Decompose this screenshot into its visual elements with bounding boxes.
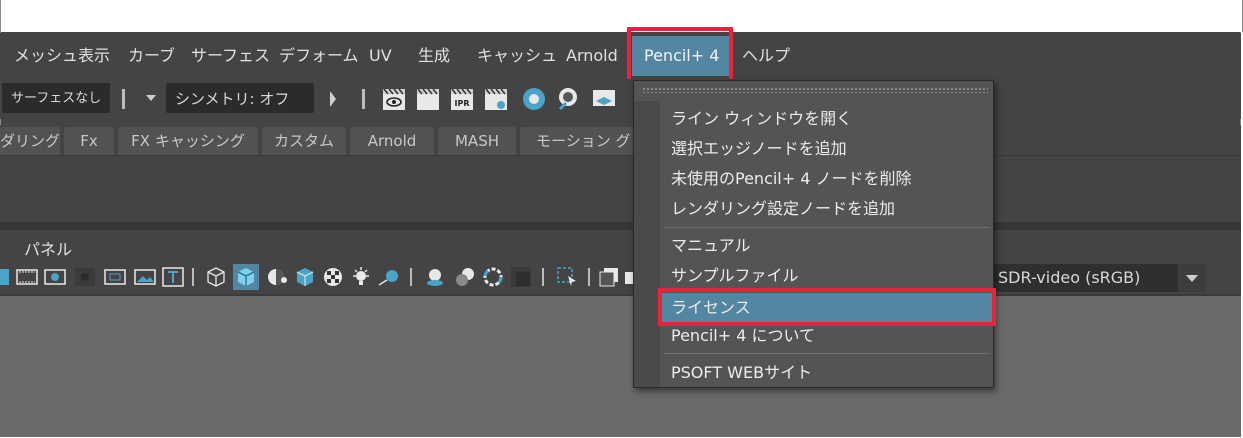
checker-icon[interactable] xyxy=(322,266,344,288)
separator-handle[interactable] xyxy=(122,89,125,109)
toolbar-separator-2[interactable] xyxy=(410,268,412,286)
collapse-arrow-icon[interactable] xyxy=(330,91,336,107)
svg-text:IPR: IPR xyxy=(455,99,470,108)
tab-custom[interactable]: カスタム xyxy=(262,127,346,155)
tab-arnold[interactable]: Arnold xyxy=(350,127,434,155)
menu-curves[interactable]: カーブ xyxy=(128,33,175,79)
menu-pencil-plus-4[interactable]: Pencil+ 4 xyxy=(632,36,732,76)
menu-separator xyxy=(664,227,989,228)
menu-item-sample-files[interactable]: サンプルファイル xyxy=(671,262,799,290)
menu-panels[interactable]: パネル xyxy=(24,236,72,260)
render-settings-icon[interactable] xyxy=(484,87,508,111)
ipr-render-icon[interactable]: IPR xyxy=(450,87,474,111)
menu-generate[interactable]: 生成 xyxy=(418,33,450,79)
menu-item-add-selected-edge-node[interactable]: 選択エッジノードを追加 xyxy=(671,135,847,163)
tab-motion-graphics[interactable]: モーション グラ xyxy=(520,127,635,155)
text-icon[interactable] xyxy=(162,266,184,288)
tear-off-handle[interactable] xyxy=(642,87,988,93)
menu-gutter xyxy=(634,101,660,387)
film-strip-icon[interactable] xyxy=(0,266,10,288)
film-gate-icon[interactable] xyxy=(16,266,38,288)
tab-fx-caching[interactable]: FX キャッシング xyxy=(118,127,258,155)
menu-arnold[interactable]: Arnold xyxy=(566,33,618,79)
tab-mash[interactable]: MASH xyxy=(438,127,516,155)
menu-item-open-line-window[interactable]: ライン ウィンドウを開く xyxy=(671,105,852,133)
menu-item-license[interactable]: ライセンス xyxy=(671,294,751,322)
main-menubar: メッシュ表示 カーブ サーフェス デフォーム UV 生成 キャッシュ Arnol… xyxy=(0,33,1241,79)
menu-item-delete-unused-nodes[interactable]: 未使用のPencil+ 4 ノードを削除 xyxy=(671,165,912,193)
menu-surfaces[interactable]: サーフェス xyxy=(191,33,270,79)
toolbar-separator-3[interactable] xyxy=(542,268,544,286)
menu-uv[interactable]: UV xyxy=(369,33,392,79)
tab-fx[interactable]: Fx xyxy=(64,127,114,155)
default-material-icon[interactable] xyxy=(266,266,288,288)
separator-handle-2[interactable] xyxy=(362,89,365,109)
color-space-dropdown[interactable] xyxy=(1178,264,1206,292)
shelf-content xyxy=(0,155,1241,222)
light-editor-icon[interactable] xyxy=(556,87,580,111)
symmetry-field[interactable]: シンメトリ: オフ xyxy=(166,83,314,113)
menu-item-psoft-website[interactable]: PSOFT WEBサイト xyxy=(671,359,812,387)
menu-item-add-render-settings-node[interactable]: レンダリング設定ノードを追加 xyxy=(671,195,895,223)
motion-blur-icon[interactable] xyxy=(454,266,476,288)
textured-cube-icon[interactable] xyxy=(294,266,316,288)
color-space-select[interactable]: SDR-video (sRGB) xyxy=(992,264,1206,292)
menu-help[interactable]: ヘルプ xyxy=(742,33,790,79)
menu-deform[interactable]: デフォーム xyxy=(279,33,359,79)
surface-field[interactable]: サーフェスなし xyxy=(2,83,110,113)
toolbar-separator[interactable] xyxy=(192,268,194,286)
isolate-select-icon[interactable] xyxy=(556,266,578,288)
wireframe-cube-icon[interactable] xyxy=(205,266,227,288)
shadows-icon[interactable] xyxy=(378,266,400,288)
menu-separator-2 xyxy=(664,353,989,354)
gate-mask-icon[interactable] xyxy=(74,266,96,288)
toolbar-separator-4[interactable] xyxy=(588,268,590,286)
panel-toolbar: SDR-video (sRGB) xyxy=(0,262,1241,294)
shelf-tab-bar: ダリング Fx FX キャッシング カスタム Arnold MASH モーション… xyxy=(0,125,1241,155)
field-chart-icon[interactable] xyxy=(104,266,126,288)
render-layer-icon[interactable] xyxy=(592,87,616,111)
render-view-icon[interactable] xyxy=(382,87,406,111)
chevron-down-icon[interactable] xyxy=(146,95,156,101)
menu-item-about-pencil[interactable]: Pencil+ 4 について xyxy=(671,322,815,350)
panel-menubar: パネル xyxy=(0,230,1241,262)
menu-cache[interactable]: キャッシュ xyxy=(477,33,557,79)
anti-aliasing-icon[interactable] xyxy=(482,266,504,288)
status-toolbar: サーフェスなし シンメトリ: オフ IPR xyxy=(0,79,1241,119)
render-frame-icon[interactable] xyxy=(416,87,440,111)
pane-divider[interactable] xyxy=(0,222,1241,230)
depth-of-field-icon[interactable] xyxy=(510,266,532,288)
chevron-down-icon xyxy=(1186,275,1198,282)
viewport[interactable] xyxy=(0,294,1241,437)
menu-mesh-display[interactable]: メッシュ表示 xyxy=(14,33,110,79)
smooth-shade-cube-icon[interactable] xyxy=(235,266,257,288)
screen-space-ao-icon[interactable] xyxy=(424,266,446,288)
hypershade-icon[interactable] xyxy=(522,87,546,111)
image-plane-icon[interactable] xyxy=(134,266,156,288)
resolution-gate-icon[interactable] xyxy=(44,266,66,288)
lighting-icon[interactable] xyxy=(350,266,372,288)
menu-item-manual[interactable]: マニュアル xyxy=(671,232,751,260)
tab-rendering[interactable]: ダリング xyxy=(0,127,60,155)
pencil-plus-menu: ライン ウィンドウを開く 選択エッジノードを追加 未使用のPencil+ 4 ノ… xyxy=(633,80,994,388)
title-area xyxy=(0,0,1243,32)
xray-icon[interactable] xyxy=(598,266,620,288)
